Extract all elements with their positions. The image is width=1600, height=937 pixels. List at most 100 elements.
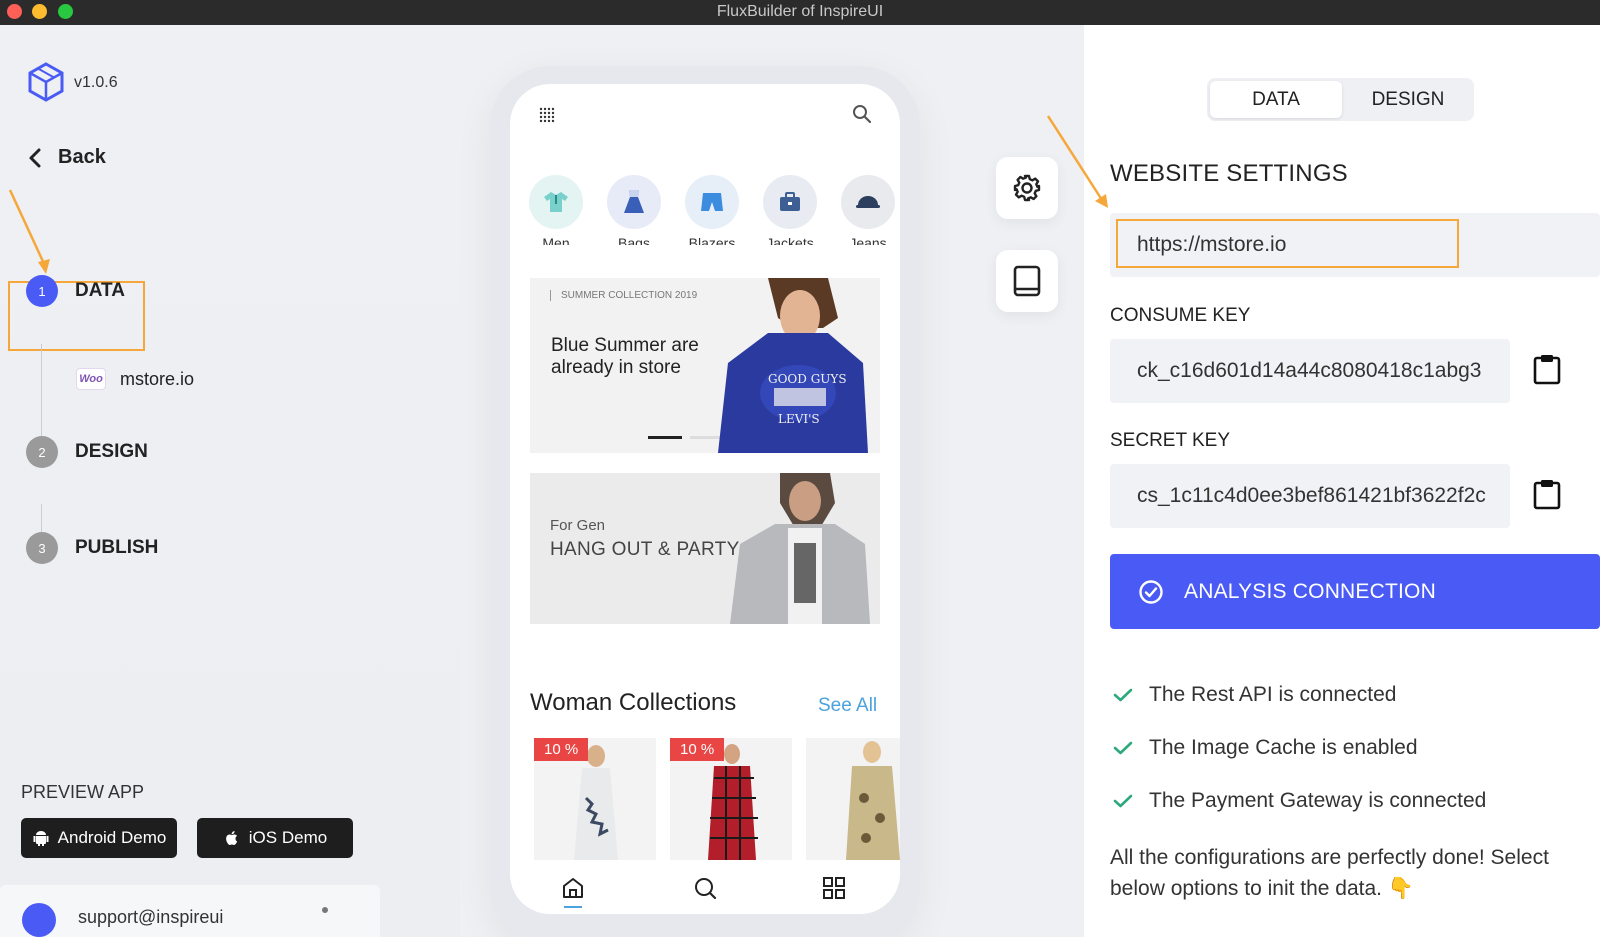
product-card[interactable]: 10 % [670, 738, 792, 860]
back-label: Back [58, 146, 106, 168]
banner-headline: Blue Summer are already in store [551, 335, 699, 378]
status-image-cache: The Image Cache is enabled [1113, 736, 1418, 760]
category-label: Men [542, 235, 570, 245]
category-label: Blazers [688, 235, 736, 245]
banner-tag: SUMMER COLLECTION 2019 [550, 290, 697, 301]
android-demo-label: Android Demo [57, 828, 167, 847]
status-rest-api: The Rest API is connected [1113, 683, 1396, 707]
tshirt-icon [544, 192, 568, 212]
tablet-icon [1013, 265, 1041, 297]
site-name: mstore.io [120, 368, 195, 389]
category-label: Jeans [849, 235, 887, 245]
url-highlight [1116, 219, 1459, 268]
shorts-icon [701, 193, 723, 211]
step-label: DATA [75, 280, 125, 301]
configuration-done-note: All the configurations are perfectly don… [1110, 846, 1549, 900]
category-label: Bags [618, 235, 650, 245]
connected-site[interactable]: Woo mstore.io [76, 368, 194, 390]
avatar [22, 903, 56, 937]
status-text: The Payment Gateway is connected [1149, 789, 1487, 812]
website-settings-title: WEBSITE SETTINGS [1110, 160, 1348, 187]
bottom-tab-bar [510, 869, 900, 914]
category-men[interactable]: Men [528, 175, 584, 245]
android-demo-button[interactable]: Android Demo [21, 818, 177, 858]
step-label: DESIGN [75, 441, 148, 462]
discount-badge: 10 % [534, 738, 589, 761]
clipboard-icon[interactable] [1532, 478, 1562, 510]
annotation-arrow-icon [1046, 115, 1108, 208]
search-icon[interactable] [852, 104, 872, 124]
grid-menu-icon[interactable] [538, 106, 556, 124]
preview-app-label: PREVIEW APP [21, 782, 145, 802]
check-circle-icon [1139, 579, 1163, 604]
status-payment-gateway: The Payment Gateway is connected [1113, 789, 1486, 813]
party-banner[interactable]: For Gen HANG OUT & PARTY [530, 473, 880, 624]
android-icon [33, 831, 49, 846]
search-icon[interactable] [692, 875, 718, 901]
collection-title: Woman Collections [530, 689, 737, 716]
banner-headline: HANG OUT & PARTY [550, 539, 740, 560]
product-card[interactable]: 10 % [534, 738, 656, 860]
product-photo [806, 738, 900, 860]
ios-demo-button[interactable]: iOS Demo [197, 818, 353, 858]
tab-data[interactable]: DATA [1210, 81, 1342, 118]
category-blazers[interactable]: Blazers [684, 175, 740, 245]
dress-icon [624, 190, 644, 213]
category-jackets[interactable]: Jackets [762, 175, 818, 245]
clipboard-icon[interactable] [1532, 353, 1562, 385]
consume-key-label: CONSUME KEY [1110, 305, 1251, 326]
home-icon[interactable] [560, 875, 586, 901]
secret-key-label: SECRET KEY [1110, 430, 1231, 451]
status-text: The Rest API is connected [1149, 683, 1397, 706]
summer-banner[interactable]: SUMMER COLLECTION 2019 Blue Summer are a… [530, 278, 880, 453]
secret-key-input[interactable] [1110, 464, 1510, 528]
cap-icon [856, 196, 880, 208]
checkmark-icon [1113, 794, 1133, 808]
window-title: FluxBuilder of InspireUI [716, 3, 884, 20]
tab-design[interactable]: DESIGN [1345, 81, 1471, 118]
consume-key-input[interactable] [1110, 339, 1510, 403]
active-tab-indicator [564, 906, 582, 908]
model-photo [730, 473, 870, 624]
analysis-connection-label: ANALYSIS CONNECTION [1184, 579, 1436, 603]
step-number: 2 [26, 436, 58, 468]
step-publish[interactable]: 3 PUBLISH [26, 532, 158, 564]
tablet-preview-button[interactable] [996, 250, 1058, 312]
step-number: 3 [26, 532, 58, 564]
woocommerce-icon: Woo [76, 368, 106, 390]
apple-icon [225, 831, 237, 846]
banner-sub: For Gen [550, 517, 606, 534]
app-version: v1.0.6 [74, 74, 118, 91]
analysis-connection-button[interactable]: ANALYSIS CONNECTION [1110, 554, 1600, 629]
grid-icon[interactable] [821, 875, 847, 901]
category-list: Men Bags Blazers Jackets Jeans [528, 175, 900, 245]
annotation-arrow-icon [8, 189, 50, 274]
step-number: 1 [26, 275, 58, 307]
product-card[interactable] [806, 738, 900, 860]
window-titlebar: FluxBuilder of InspireUI [0, 0, 1600, 25]
checkmark-icon [1113, 741, 1133, 755]
panel-tabs: DATA DESIGN [1207, 78, 1474, 121]
svg-text:LEVI'S: LEVI'S [778, 412, 820, 426]
status-text: The Image Cache is enabled [1149, 736, 1418, 759]
step-label: PUBLISH [75, 537, 159, 558]
step-data[interactable]: 1 DATA [26, 275, 125, 307]
user-email: support@inspireui [78, 907, 224, 927]
step-design[interactable]: 2 DESIGN [26, 436, 148, 468]
step-connector [41, 344, 42, 447]
category-jeans[interactable]: Jeans [840, 175, 896, 245]
see-all-link[interactable]: See All [818, 695, 877, 717]
model-photo: GOOD GUYS LEVI'S [718, 278, 868, 453]
more-options-icon[interactable] [322, 907, 328, 913]
briefcase-icon [780, 192, 800, 211]
category-label: Jackets [766, 235, 814, 245]
gear-icon [1013, 174, 1041, 202]
carousel-dot-active[interactable] [648, 436, 682, 439]
ios-demo-label: iOS Demo [248, 828, 328, 847]
user-account[interactable]: support@inspireui [0, 885, 380, 937]
category-bags[interactable]: Bags [606, 175, 662, 245]
discount-badge: 10 % [670, 738, 725, 761]
checkmark-icon [1113, 688, 1133, 702]
phone-screen: Men Bags Blazers Jackets Jeans SUMMER CO… [510, 84, 900, 914]
svg-text:GOOD GUYS: GOOD GUYS [768, 372, 847, 386]
